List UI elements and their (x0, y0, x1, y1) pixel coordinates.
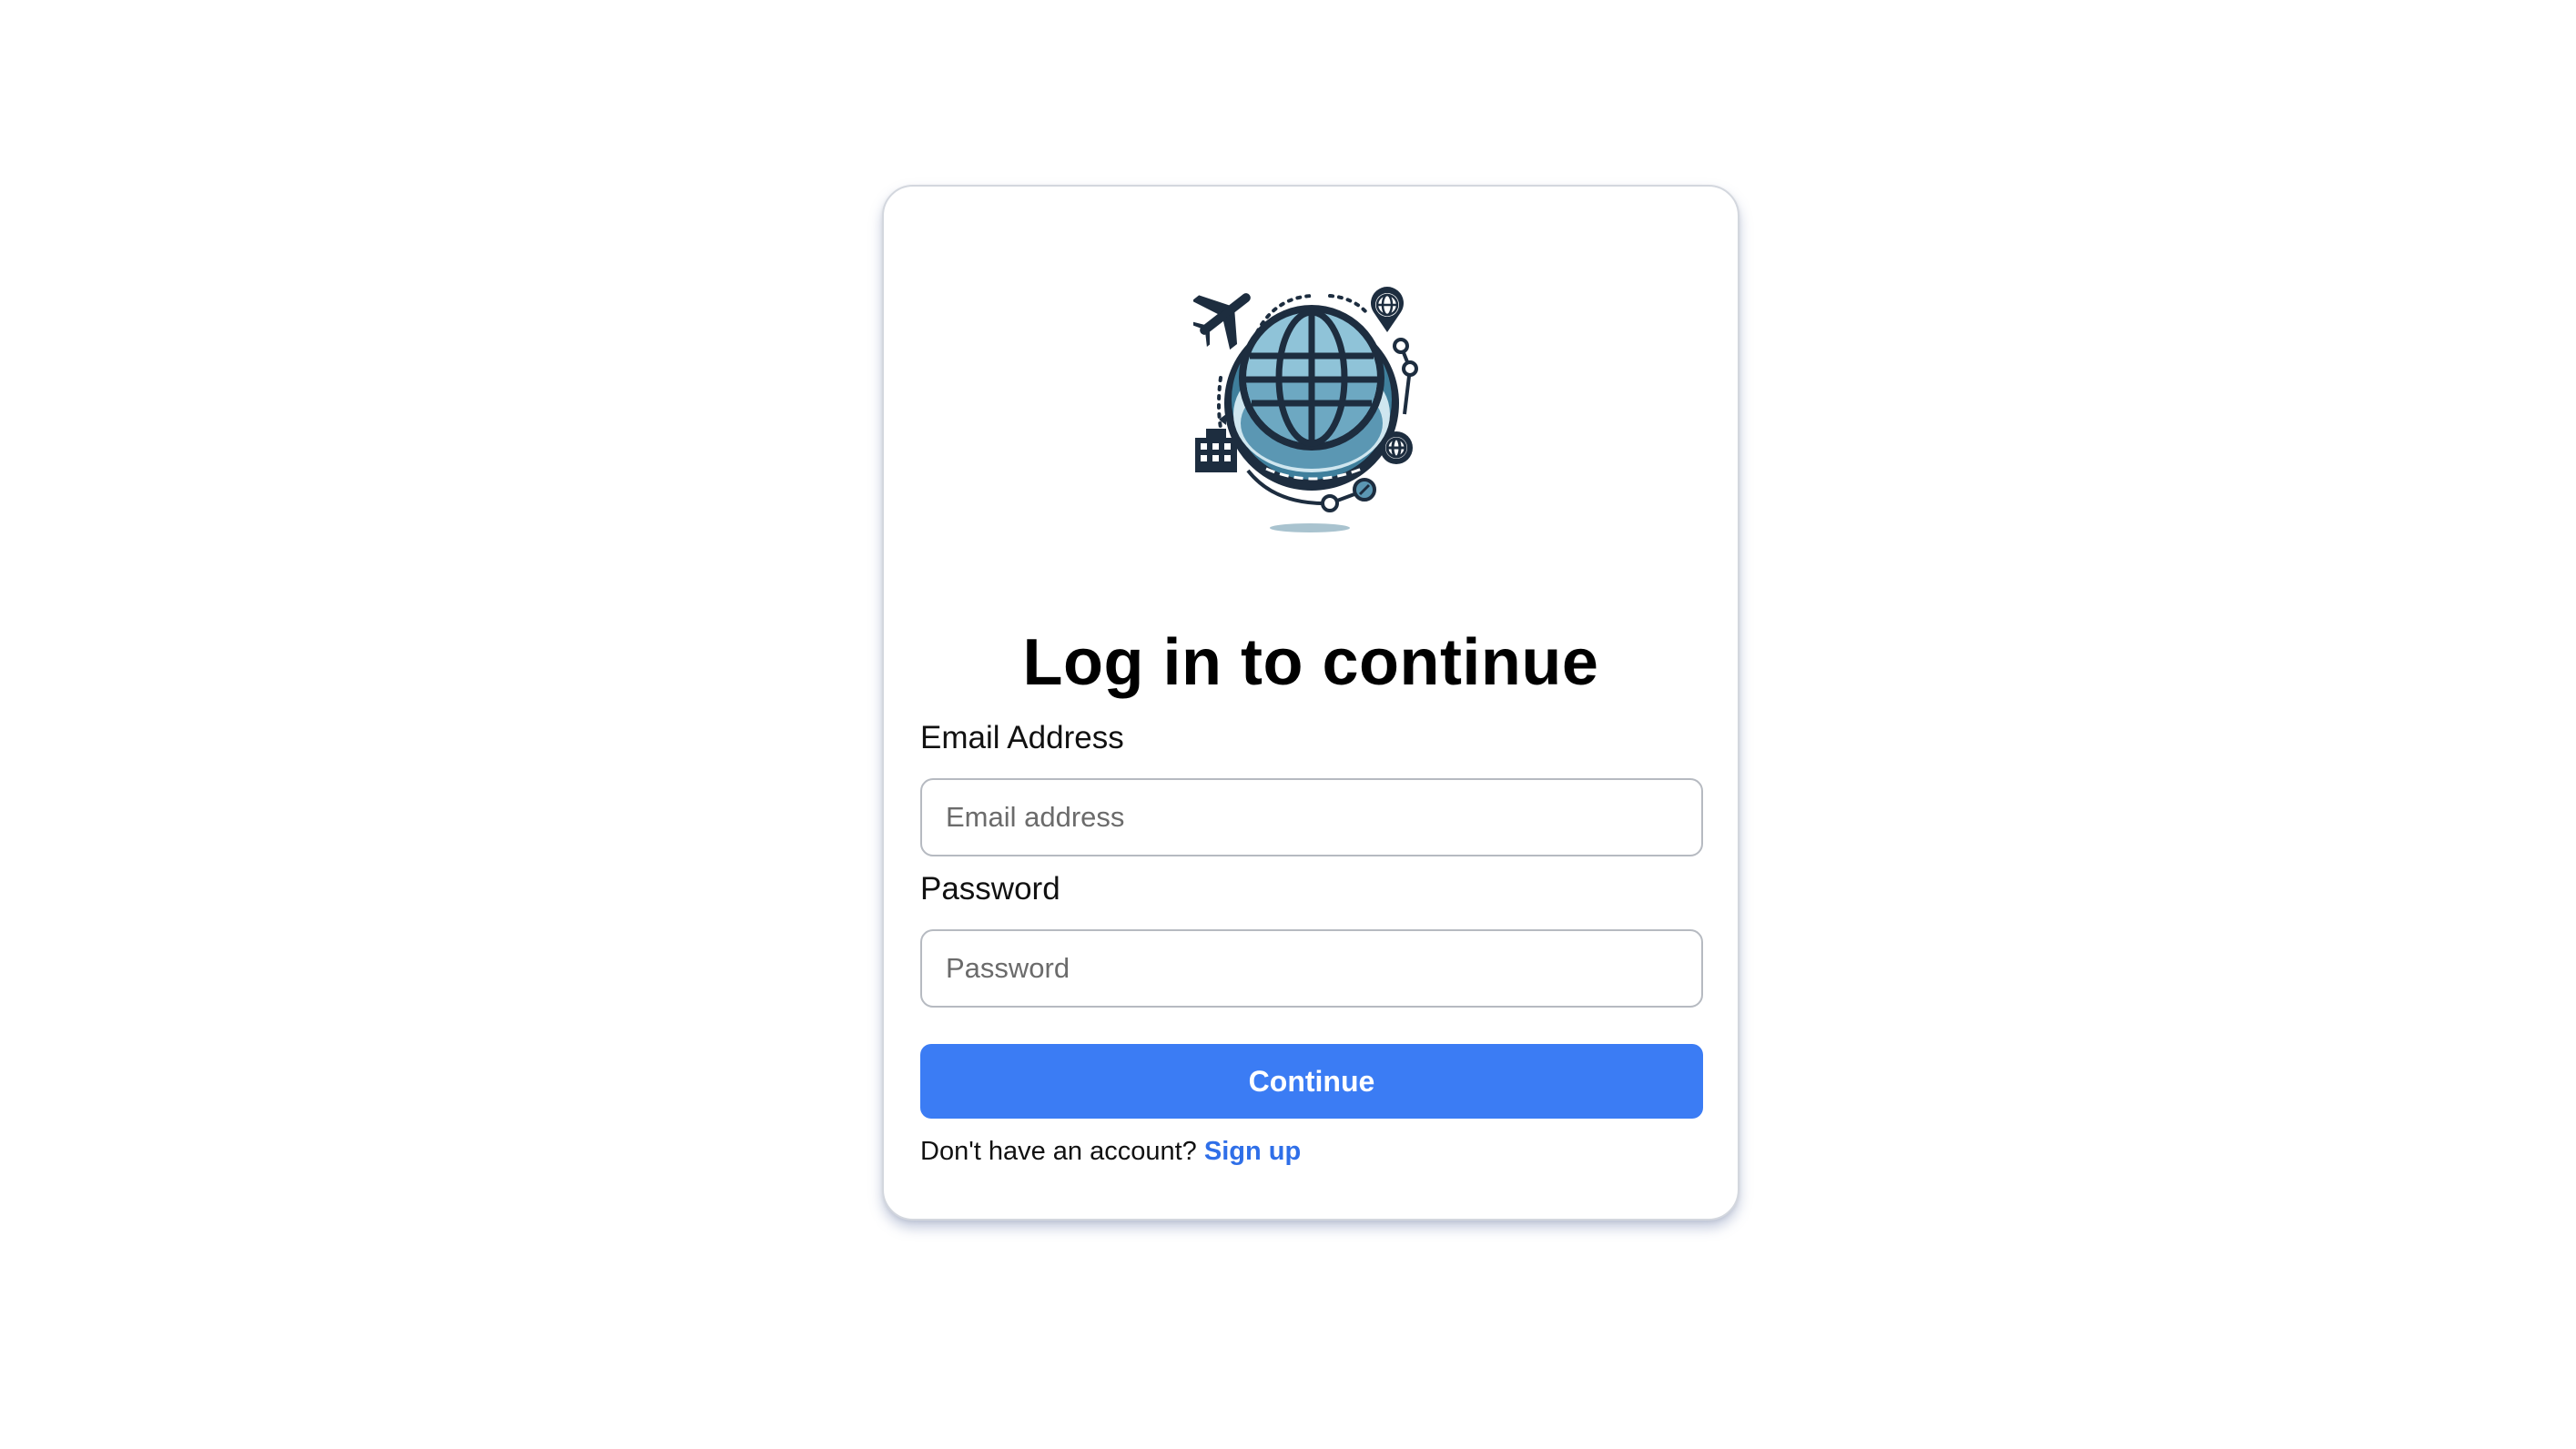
email-input[interactable] (920, 778, 1703, 856)
signup-row: Don't have an account? Sign up (920, 1137, 1301, 1167)
password-label: Password (920, 871, 1060, 907)
page-title: Log in to continue (1022, 626, 1599, 699)
signup-link[interactable]: Sign up (1204, 1137, 1301, 1166)
login-card: Log in to continue Email Address Passwor… (882, 185, 1739, 1221)
password-input[interactable] (920, 929, 1703, 1008)
continue-button[interactable]: Continue (920, 1044, 1703, 1119)
signup-prompt: Don't have an account? (920, 1137, 1204, 1166)
email-label: Email Address (920, 720, 1124, 755)
travel-globe-logo-icon (1193, 287, 1418, 532)
